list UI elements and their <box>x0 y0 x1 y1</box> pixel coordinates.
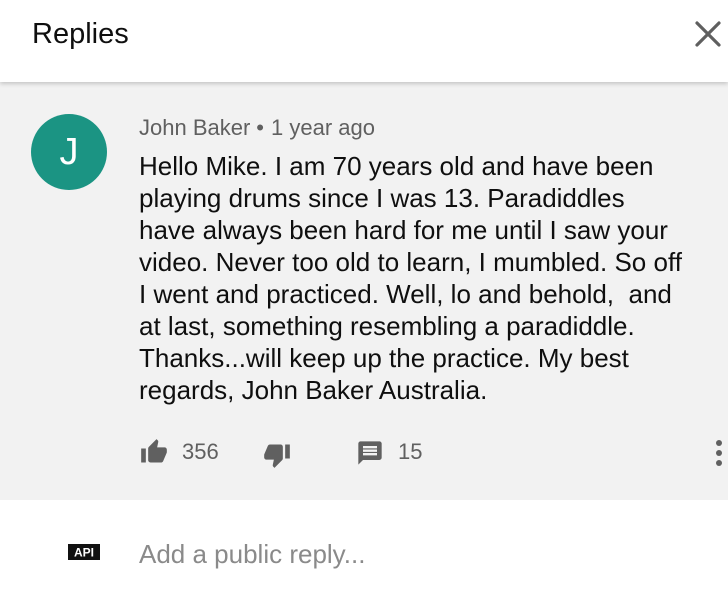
comment-line: playing drums since I was 13. Paradiddle… <box>139 183 625 213</box>
like-button[interactable]: 356 <box>139 434 229 470</box>
comment-line: video. Never too old to learn, I mumbled… <box>139 247 682 277</box>
more-vert-icon <box>716 440 722 466</box>
close-button[interactable] <box>690 16 726 52</box>
author-name[interactable]: John Baker <box>139 115 250 140</box>
page-title: Replies <box>32 18 129 50</box>
comment-line: regards, John Baker Australia. <box>139 375 488 405</box>
comment-line: at last, something resembling a paradidd… <box>139 311 635 341</box>
reply-composer: API <box>0 500 728 597</box>
comment-text: Hello Mike. I am 70 years old and have b… <box>139 150 719 406</box>
more-options-button[interactable] <box>711 436 727 470</box>
dislike-button[interactable] <box>262 434 296 470</box>
thumbs-down-icon <box>264 444 290 468</box>
replies-header: Replies <box>0 0 728 82</box>
reply-input[interactable] <box>139 536 699 572</box>
like-count: 356 <box>182 439 219 464</box>
comment-time[interactable]: 1 year ago <box>271 115 375 140</box>
comment-icon <box>358 441 382 465</box>
thumbs-up-icon <box>141 439 167 463</box>
close-icon <box>695 21 721 47</box>
api-logo-icon: API <box>68 544 100 560</box>
comment-line: Hello Mike. I am 70 years old and have b… <box>139 151 654 181</box>
avatar[interactable]: J <box>31 114 107 190</box>
meta-separator: • <box>256 115 264 140</box>
comment-meta: John Baker • 1 year ago <box>139 114 375 142</box>
comment-card: J John Baker • 1 year ago Hello Mike. I am… <box>0 82 728 500</box>
comment-line: I went and practiced. Well, lo and behol… <box>139 279 672 309</box>
user-avatar-text: API <box>74 546 94 560</box>
replies-button[interactable]: 15 <box>356 434 446 470</box>
user-avatar: API <box>68 544 100 560</box>
comment-line: Thanks...will keep up the practice. My b… <box>139 343 629 373</box>
comment-line: have always been hard for me until I saw… <box>139 215 668 245</box>
reply-count: 15 <box>398 439 423 464</box>
comment-actions: 356 15 <box>139 434 728 470</box>
